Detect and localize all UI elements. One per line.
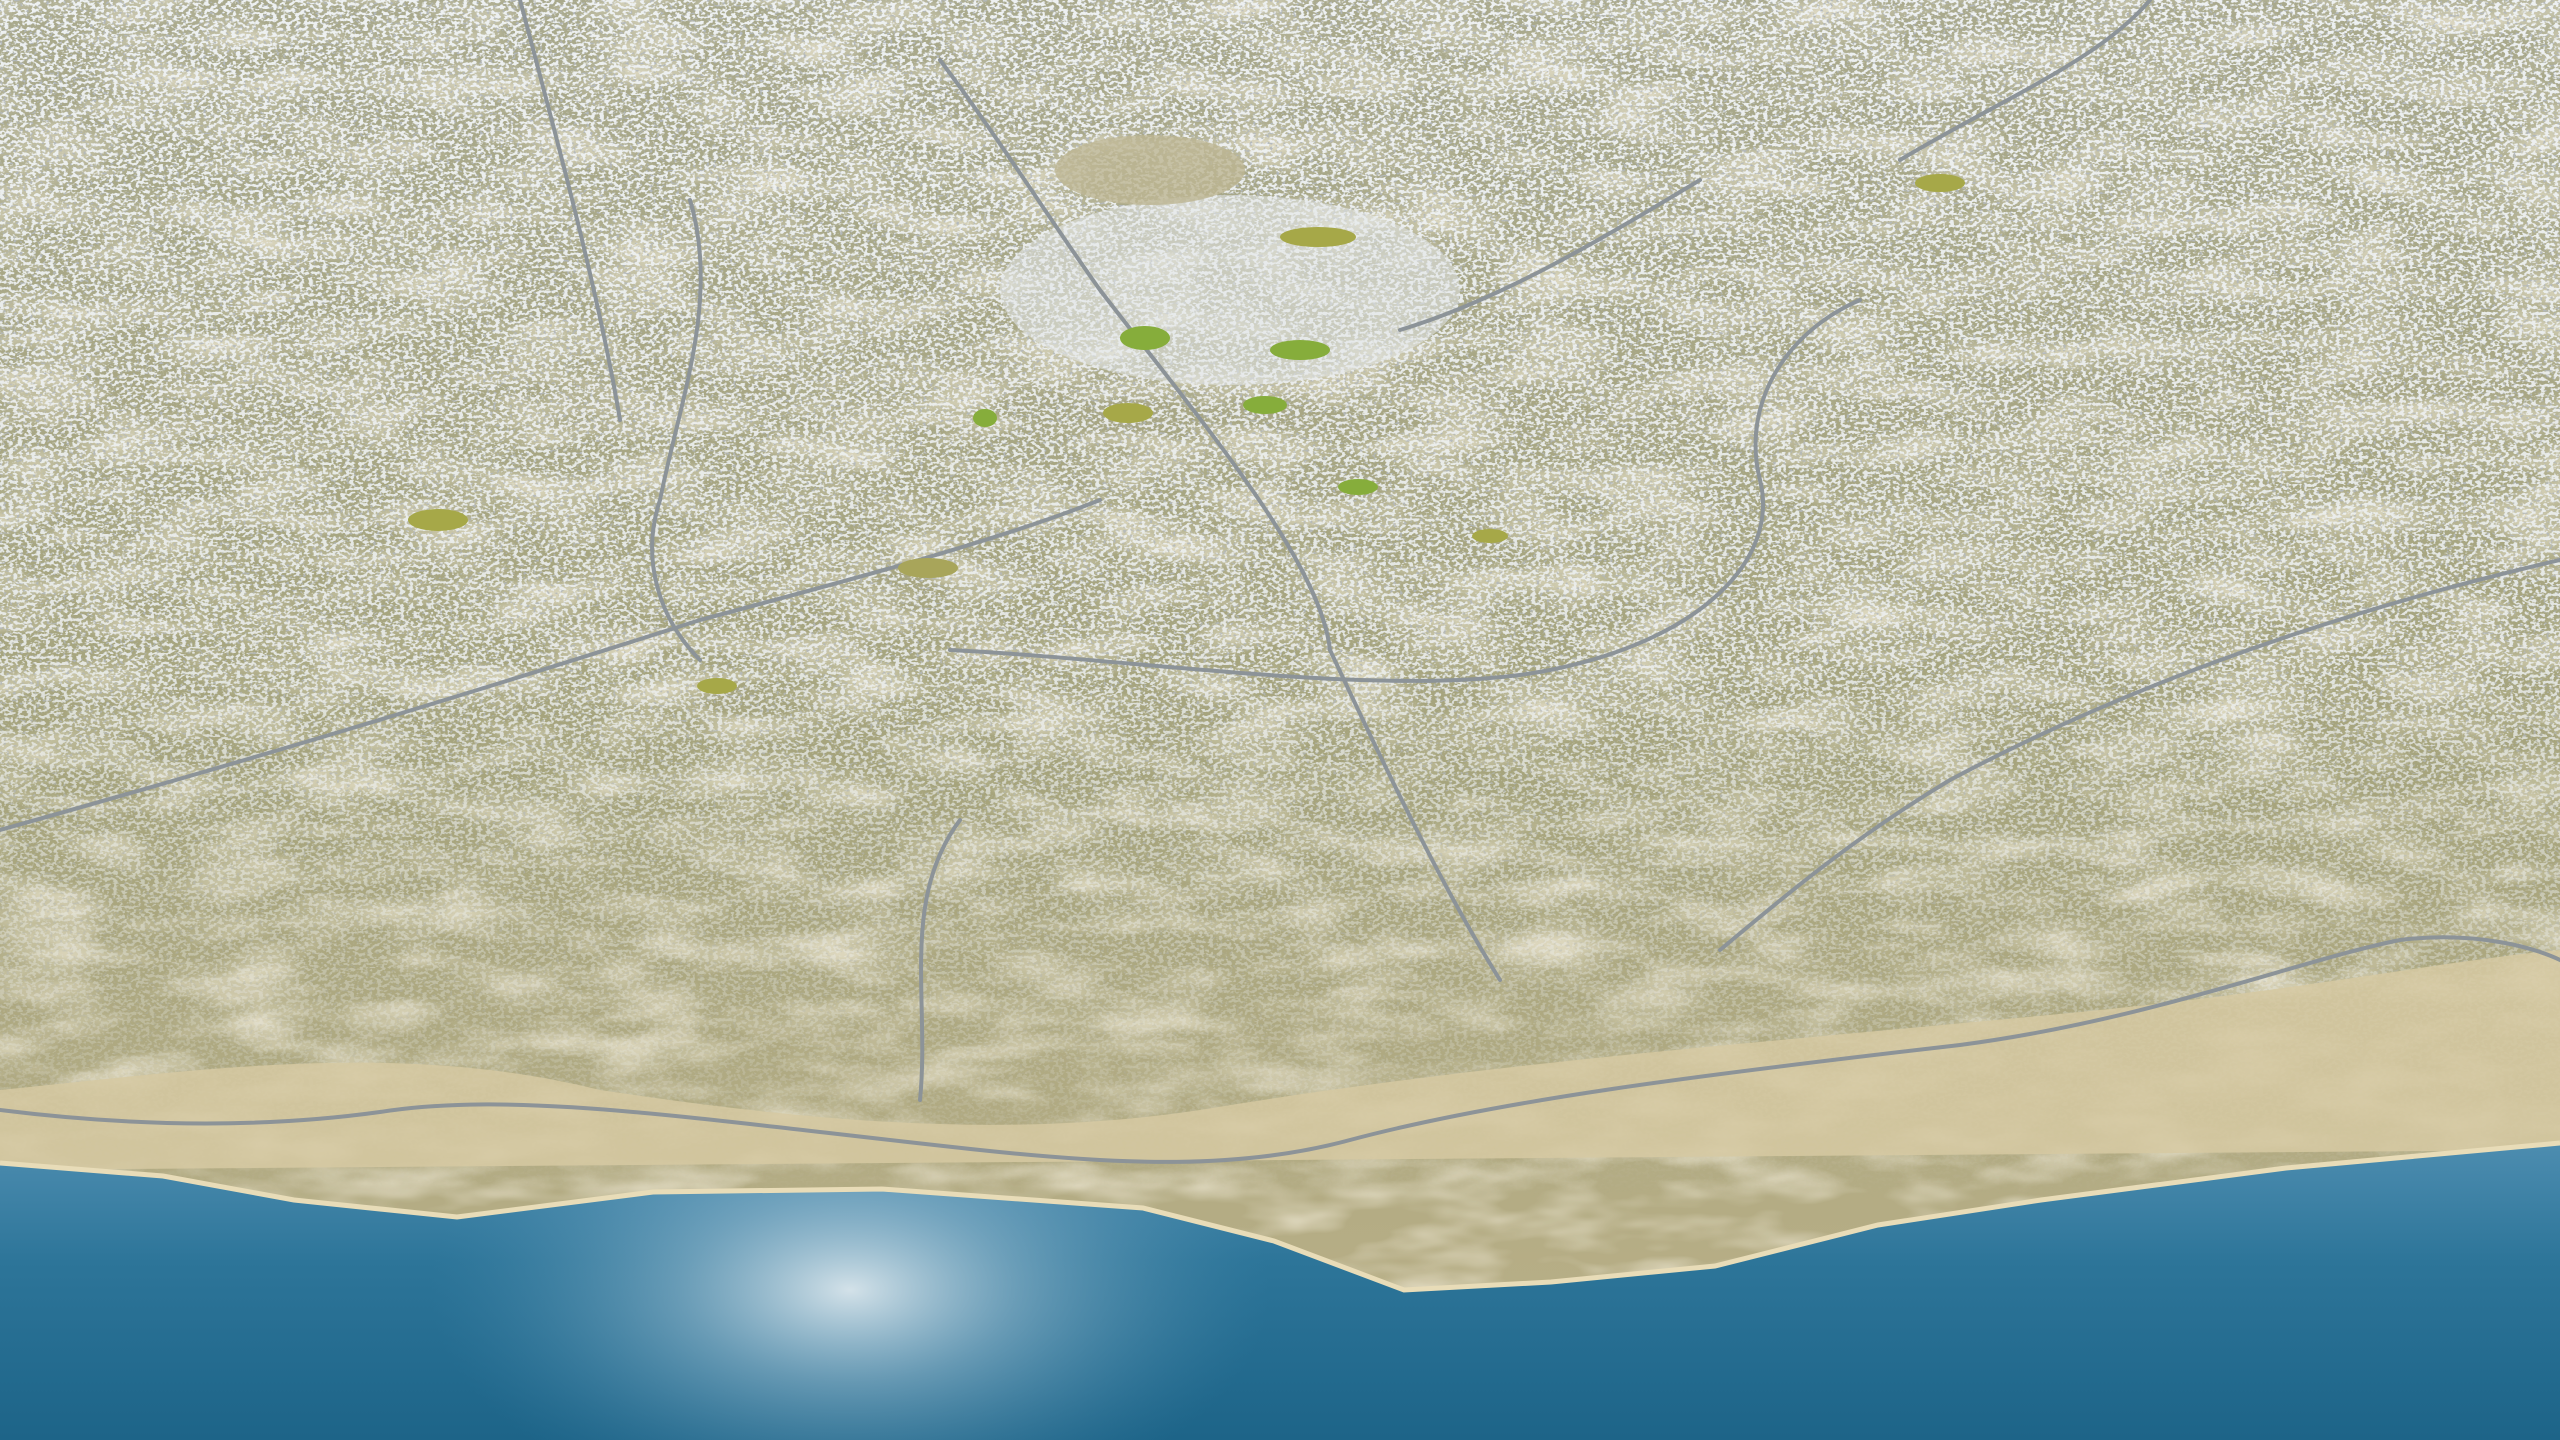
city-aerial-scene xyxy=(0,0,2560,1440)
downtown xyxy=(1000,195,1460,385)
central-plaza xyxy=(1055,135,1245,205)
